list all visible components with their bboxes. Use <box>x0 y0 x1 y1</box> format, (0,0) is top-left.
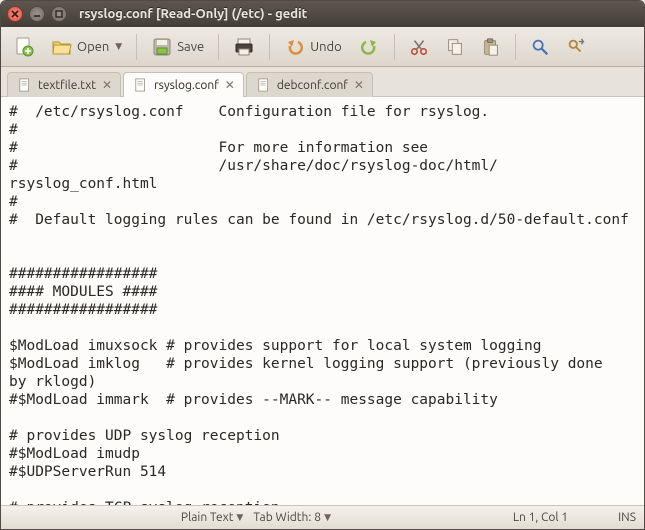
text-editor-area[interactable]: # /etc/rsyslog.conf Configuration file f… <box>1 97 644 505</box>
redo-icon <box>358 36 380 58</box>
tab-label: debconf.conf <box>277 79 348 92</box>
toolbar-separator <box>394 34 395 60</box>
chevron-down-icon: ▼ <box>324 512 331 523</box>
folder-open-icon <box>51 36 73 58</box>
tab-rsyslog[interactable]: rsyslog.conf ✕ <box>123 72 244 97</box>
toolbar-separator <box>269 34 270 60</box>
minimize-icon <box>33 10 41 18</box>
window-close-button[interactable] <box>7 6 23 22</box>
window-maximize-button[interactable] <box>51 6 67 22</box>
tab-width-selector[interactable]: Tab Width: 8 ▼ <box>253 511 331 524</box>
paste-button[interactable] <box>475 34 507 60</box>
undo-button-label: Undo <box>310 40 342 54</box>
redo-button[interactable] <box>352 33 386 61</box>
toolbar-separator <box>218 34 219 60</box>
toolbar: Open ▼ Save Undo <box>1 27 644 67</box>
cut-button[interactable] <box>403 34 435 60</box>
document-icon <box>134 78 148 92</box>
insert-mode-indicator[interactable]: INS <box>618 511 636 524</box>
document-icon <box>257 78 271 92</box>
new-document-icon <box>13 36 35 58</box>
highlight-mode-label: Plain Text <box>181 511 234 524</box>
window-title: rsyslog.conf [Read-Only] (/etc) - gedit <box>79 7 307 21</box>
undo-icon <box>284 36 306 58</box>
find-replace-icon <box>566 37 586 57</box>
tab-label: textfile.txt <box>38 79 96 92</box>
tab-bar: textfile.txt ✕ rsyslog.conf ✕ debconf.co… <box>1 67 644 97</box>
toolbar-separator <box>136 34 137 60</box>
status-bar: Plain Text ▼ Tab Width: 8 ▼ Ln 1, Col 1 … <box>1 505 644 529</box>
new-document-button[interactable] <box>7 33 41 61</box>
app-window: rsyslog.conf [Read-Only] (/etc) - gedit … <box>0 0 645 530</box>
document-icon <box>18 78 32 92</box>
save-button-label: Save <box>177 40 204 54</box>
scissors-icon <box>409 37 429 57</box>
tab-label: rsyslog.conf <box>154 79 219 92</box>
close-icon <box>11 10 19 18</box>
find-button[interactable] <box>524 34 556 60</box>
tab-width-label: Tab Width: <box>253 511 311 524</box>
toolbar-separator <box>515 34 516 60</box>
open-button-label: Open <box>77 40 109 54</box>
save-icon <box>151 36 173 58</box>
tab-close-button[interactable]: ✕ <box>102 78 112 92</box>
undo-button[interactable]: Undo <box>278 33 348 61</box>
tab-close-button[interactable]: ✕ <box>354 78 364 92</box>
highlight-mode-selector[interactable]: Plain Text ▼ <box>181 511 243 524</box>
tab-textfile[interactable]: textfile.txt ✕ <box>7 72 121 97</box>
maximize-icon <box>55 10 63 18</box>
find-replace-button[interactable] <box>560 34 592 60</box>
cursor-position: Ln 1, Col 1 <box>513 511 568 524</box>
print-icon <box>233 36 255 58</box>
copy-icon <box>445 37 465 57</box>
save-button[interactable]: Save <box>145 33 210 61</box>
tab-width-value: 8 <box>314 511 321 524</box>
chevron-down-icon: ▼ <box>115 41 122 52</box>
tab-close-button[interactable]: ✕ <box>225 78 235 92</box>
window-minimize-button[interactable] <box>29 6 45 22</box>
print-button[interactable] <box>227 33 261 61</box>
copy-button[interactable] <box>439 34 471 60</box>
search-icon <box>530 37 550 57</box>
titlebar[interactable]: rsyslog.conf [Read-Only] (/etc) - gedit <box>1 1 644 27</box>
open-button[interactable]: Open ▼ <box>45 33 128 61</box>
paste-icon <box>481 37 501 57</box>
chevron-down-icon: ▼ <box>236 512 243 523</box>
tab-debconf[interactable]: debconf.conf ✕ <box>246 72 373 97</box>
